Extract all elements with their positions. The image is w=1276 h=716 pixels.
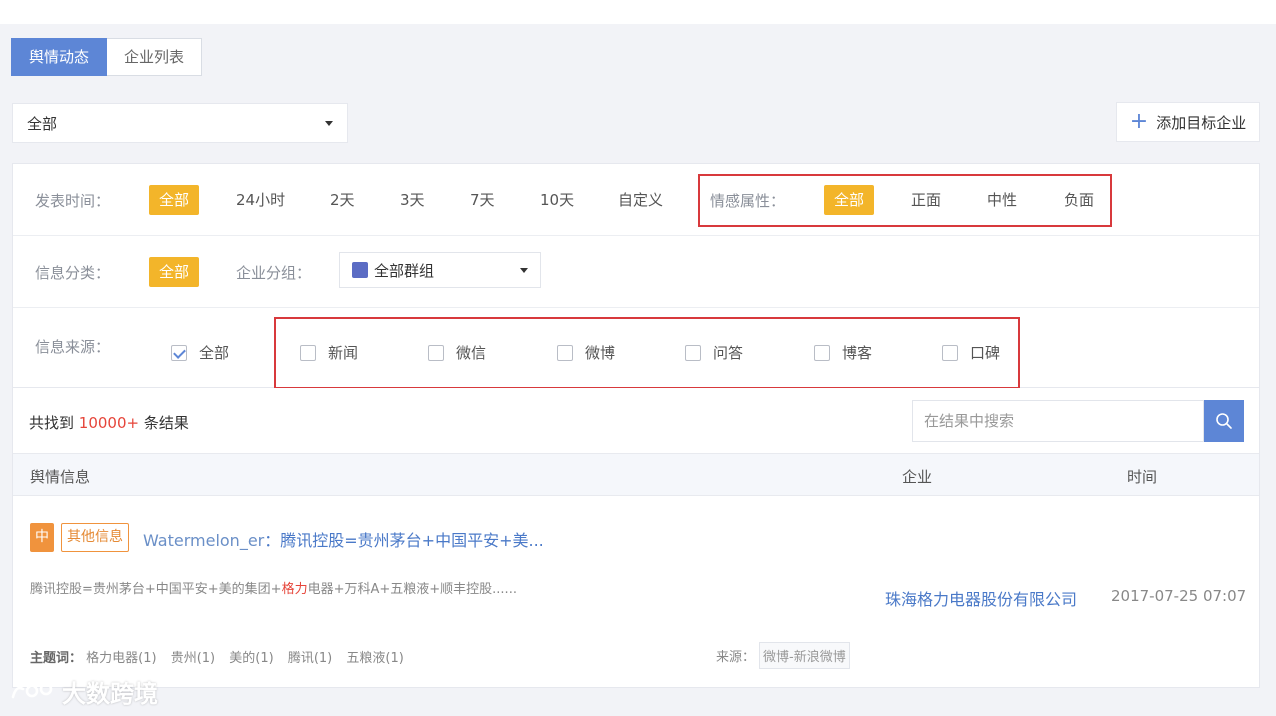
group-color-swatch <box>352 262 368 278</box>
search-button[interactable] <box>1204 400 1244 442</box>
time-option-custom[interactable]: 自定义 <box>618 185 663 215</box>
add-button-label: 添加目标企业 <box>1156 113 1247 132</box>
category-option-all[interactable]: 全部 <box>149 257 200 287</box>
result-count-suffix: 条结果 <box>143 414 189 432</box>
snippet-highlight: 格力 <box>281 582 308 597</box>
top-strip <box>0 0 1276 24</box>
keyword-item[interactable]: 美的(1) <box>229 651 273 666</box>
publish-time-label: 发表时间： <box>35 192 111 210</box>
group-select[interactable]: 全部群组 <box>339 252 541 288</box>
results-panel: 共找到 10000+ 条结果 在结果中搜索 舆情信息 企业 时间 中 其他信息 … <box>12 388 1260 688</box>
news-title-separator: ： <box>264 531 281 550</box>
search-icon <box>1216 413 1232 429</box>
result-count-number: 10000+ <box>78 414 140 432</box>
time-option-10d[interactable]: 10天 <box>540 185 574 215</box>
type-badge: 其他信息 <box>61 523 129 552</box>
company-select[interactable]: 全部 <box>12 103 348 143</box>
sentiment-highlight-box <box>698 174 1112 227</box>
result-count: 共找到 10000+ 条结果 <box>29 412 189 433</box>
watermark: 大数跨境 <box>10 674 158 709</box>
keywords-label: 主题词： <box>30 651 83 666</box>
keywords: 主题词： 格力电器(1) 贵州(1) 美的(1) 腾讯(1) 五粮液(1) <box>30 647 414 666</box>
source-tag: 微博-新浪微博 <box>759 642 850 669</box>
view-tabs: 舆情动态 企业列表 <box>11 38 203 76</box>
source-label: 信息来源： <box>35 338 111 356</box>
result-count-prefix: 共找到 <box>29 414 75 432</box>
column-header-company: 企业 <box>902 468 933 486</box>
company-select-value: 全部 <box>27 114 58 133</box>
keyword-item[interactable]: 格力电器(1) <box>86 651 156 666</box>
time-option-2d[interactable]: 2天 <box>330 185 355 215</box>
news-snippet: 腾讯控股=贵州茅台+中国平安+美的集团+格力电器+万科A+五粮液+顺丰控股...… <box>30 578 517 597</box>
source-field-label: 来源： <box>716 650 756 665</box>
add-target-company-button[interactable]: + 添加目标企业 <box>1116 102 1260 142</box>
caret-down-icon <box>325 120 333 126</box>
checkbox-checked-icon <box>171 344 187 361</box>
tab-sentiment-feed[interactable]: 舆情动态 <box>11 38 108 76</box>
source-highlight-box <box>274 317 1020 389</box>
watermark-text: 大数跨境 <box>62 680 158 708</box>
filter-row-category-group: 信息分类： 全部 企业分组： 全部群组 <box>13 236 1259 308</box>
search-in-results-input[interactable]: 在结果中搜索 <box>912 400 1204 442</box>
column-header-time: 时间 <box>1127 468 1158 486</box>
category-label: 信息分类： <box>35 264 111 282</box>
news-source: 来源： 微博-新浪微博 <box>716 642 850 669</box>
time-option-3d[interactable]: 3天 <box>400 185 425 215</box>
time-option-all[interactable]: 全部 <box>149 185 200 215</box>
source-all-label: 全部 <box>199 344 230 362</box>
keyword-item[interactable]: 贵州(1) <box>171 651 215 666</box>
time-option-7d[interactable]: 7天 <box>470 185 495 215</box>
plus-icon: + <box>1129 109 1149 134</box>
sentiment-badge: 中 <box>30 523 54 552</box>
news-title-text: 腾讯控股=贵州茅台+中国平安+美... <box>280 531 544 550</box>
tab-company-list[interactable]: 企业列表 <box>107 38 203 76</box>
column-header-info: 舆情信息 <box>30 468 91 486</box>
news-title-link[interactable]: Watermelon_er：腾讯控股=贵州茅台+中国平安+美... <box>143 527 544 551</box>
time-option-24h[interactable]: 24小时 <box>236 185 285 215</box>
keyword-item[interactable]: 腾讯(1) <box>288 651 332 666</box>
caret-down-icon <box>520 267 528 273</box>
group-label: 企业分组： <box>236 264 312 282</box>
group-select-value: 全部群组 <box>374 261 435 280</box>
news-time: 2017-07-25 07:07 <box>1111 587 1247 605</box>
table-header: 舆情信息 企业 时间 <box>13 453 1259 496</box>
watermark-logo-icon <box>11 682 53 698</box>
source-checkbox-all[interactable]: 全部 <box>171 342 229 363</box>
company-link[interactable]: 珠海格力电器股份有限公司 <box>885 586 1077 610</box>
snippet-pre: 腾讯控股=贵州茅台+中国平安+美的集团+ <box>30 582 282 597</box>
keyword-item[interactable]: 五粮液(1) <box>346 651 403 666</box>
snippet-post: 电器+万科A+五粮液+顺丰控股...... <box>307 582 517 597</box>
filter-panel: 发表时间： 全部 24小时 2天 3天 7天 10天 自定义 情感属性： 全部 … <box>12 163 1260 389</box>
news-author: Watermelon_er <box>143 531 265 550</box>
